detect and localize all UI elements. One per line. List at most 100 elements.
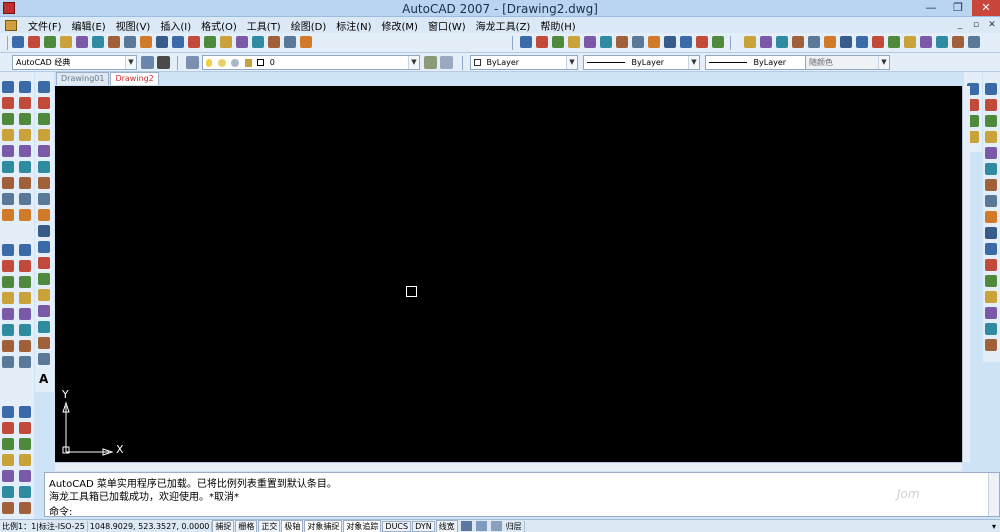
paste-icon[interactable] — [140, 36, 152, 48]
open-icon[interactable] — [28, 36, 40, 48]
menu-help[interactable]: 帮助(H) — [535, 18, 580, 33]
doc-restore-button[interactable]: ▫ — [968, 20, 984, 30]
point-icon[interactable] — [19, 193, 31, 205]
shade-icon[interactable] — [2, 356, 14, 368]
snap-toggle[interactable]: 捕捉 — [212, 519, 235, 532]
join-icon[interactable] — [985, 291, 997, 303]
arc-icon[interactable] — [19, 113, 31, 125]
tolerance-icon[interactable] — [19, 324, 31, 336]
scale-icon[interactable] — [985, 195, 997, 207]
dim-radius-icon[interactable] — [19, 276, 31, 288]
cut-icon[interactable] — [616, 36, 628, 48]
match-properties-icon[interactable] — [664, 36, 676, 48]
coordinate-readout[interactable]: 1048.9029, 523.3527, 0.0000 — [88, 521, 213, 531]
plot-preview-icon[interactable] — [76, 36, 88, 48]
xref-icon[interactable] — [2, 406, 14, 418]
close-button[interactable]: ✕ — [972, 0, 1000, 16]
copy-icon[interactable] — [124, 36, 136, 48]
menu-hailong-tools[interactable]: 海龙工具(Z) — [471, 18, 536, 33]
layers-icon[interactable] — [2, 81, 14, 93]
make-current-layer-icon[interactable] — [424, 56, 437, 69]
color-dropdown[interactable]: ByLayer ▼ — [470, 55, 578, 70]
leader-icon[interactable] — [19, 308, 31, 320]
ducs-toggle[interactable]: DUCS — [382, 520, 412, 532]
fillet-icon[interactable] — [985, 323, 997, 335]
dim-linear-icon[interactable] — [19, 244, 31, 256]
pan-icon[interactable] — [204, 36, 216, 48]
menu-window[interactable]: 窗口(W) — [423, 18, 471, 33]
doc-minimize-button[interactable]: _ — [952, 20, 968, 30]
publish-icon[interactable] — [952, 36, 964, 48]
snap-icon[interactable] — [2, 177, 14, 189]
extend-icon[interactable] — [985, 243, 997, 255]
hatch-icon[interactable] — [38, 305, 50, 317]
revision-cloud-icon[interactable] — [38, 193, 50, 205]
solid-icon[interactable] — [2, 340, 14, 352]
properties-icon[interactable] — [236, 36, 248, 48]
region-icon[interactable] — [2, 276, 14, 288]
dim-edit-icon[interactable] — [19, 356, 31, 368]
toolbar-icon[interactable] — [2, 486, 14, 498]
my-workspace-icon[interactable] — [157, 56, 170, 69]
ellipse-icon[interactable] — [38, 225, 50, 237]
tool-palette-icon[interactable] — [792, 36, 804, 48]
gradient-icon[interactable] — [38, 321, 50, 333]
region-icon[interactable] — [38, 337, 50, 349]
calculator-icon[interactable] — [840, 36, 852, 48]
menu-dimension[interactable]: 标注(N) — [331, 18, 376, 33]
rectangle-icon[interactable] — [38, 145, 50, 157]
rotate-icon[interactable] — [985, 179, 997, 191]
explode-icon[interactable] — [985, 339, 997, 351]
polygon-icon[interactable] — [19, 145, 31, 157]
boundary-icon[interactable] — [2, 292, 14, 304]
workspace-dropdown[interactable]: AutoCAD 经典 ▼ — [12, 55, 137, 70]
lineweight-toggle[interactable]: 线宽 — [435, 519, 458, 532]
paste-icon[interactable] — [648, 36, 660, 48]
design-center-icon[interactable] — [252, 36, 264, 48]
polyline-icon[interactable] — [38, 113, 50, 125]
ucs-tool-icon[interactable] — [19, 486, 31, 498]
array-icon[interactable] — [985, 147, 997, 159]
layer-manager-icon[interactable] — [186, 56, 199, 69]
new-icon[interactable] — [520, 36, 532, 48]
block-icon[interactable] — [2, 129, 14, 141]
markup-icon[interactable] — [824, 36, 836, 48]
command-scrollbar[interactable] — [988, 473, 999, 516]
copy-object-icon[interactable] — [985, 99, 997, 111]
move-icon[interactable] — [985, 163, 997, 175]
layout-icon[interactable] — [475, 521, 487, 531]
trim-icon[interactable] — [985, 227, 997, 239]
dim-aligned-icon[interactable] — [19, 260, 31, 272]
ray-icon[interactable] — [19, 129, 31, 141]
table-icon[interactable] — [2, 244, 14, 256]
maximize-viewport-icon[interactable] — [490, 521, 502, 531]
layer-status-label[interactable]: 归层 — [504, 520, 525, 532]
plot-preview-icon[interactable] — [584, 36, 596, 48]
redo-icon[interactable] — [188, 36, 200, 48]
hatch-icon[interactable] — [2, 113, 14, 125]
properties-icon[interactable] — [760, 36, 772, 48]
field-icon[interactable] — [2, 438, 14, 450]
rect-tool-icon[interactable] — [19, 81, 31, 93]
model-space-icon[interactable] — [460, 521, 472, 531]
plotstyle-dropdown[interactable]: 随颜色 ▼ — [805, 55, 890, 70]
otrack-toggle[interactable]: 对象追踪 — [343, 519, 382, 532]
sheet-set-icon[interactable] — [284, 36, 296, 48]
chamfer-icon[interactable] — [985, 307, 997, 319]
list-icon[interactable] — [19, 454, 31, 466]
canvas-vertical-scrollbar[interactable] — [962, 86, 970, 462]
copy-icon[interactable] — [632, 36, 644, 48]
publish-icon[interactable] — [92, 36, 104, 48]
brush-icon[interactable] — [2, 502, 14, 514]
erase-icon[interactable] — [19, 209, 31, 221]
save-icon[interactable] — [552, 36, 564, 48]
make-block-icon[interactable] — [38, 273, 50, 285]
donut-icon[interactable] — [19, 177, 31, 189]
drawing-canvas[interactable]: Y X — [55, 86, 962, 462]
menu-view[interactable]: 视图(V) — [111, 18, 156, 33]
pan-icon[interactable] — [712, 36, 724, 48]
style-icon[interactable] — [19, 406, 31, 418]
print-icon[interactable] — [568, 36, 580, 48]
undo-icon[interactable] — [680, 36, 692, 48]
tool-palette-icon[interactable] — [268, 36, 280, 48]
